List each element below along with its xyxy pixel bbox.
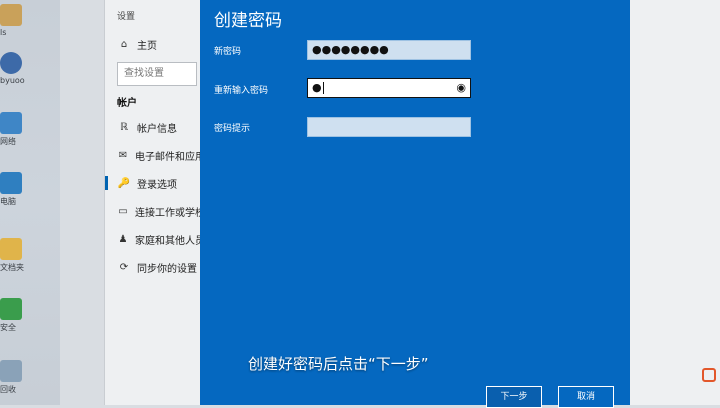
sync-icon: ⟳ <box>119 261 129 273</box>
nav-sync[interactable]: ⟳ 同步你的设置 <box>105 253 205 281</box>
password-hint-label: 密码提示 <box>214 124 251 134</box>
desktop-icon-caption: ls <box>0 28 7 37</box>
new-password-label: 新密码 <box>214 47 242 57</box>
desktop-icon-recycle[interactable]: 回收 <box>0 360 28 395</box>
home-icon: ⌂ <box>120 38 128 50</box>
nav-label: 登录选项 <box>137 179 177 191</box>
nav-label: 同步你的设置 <box>137 263 197 275</box>
password-hint-field[interactable] <box>307 117 471 137</box>
create-password-dialog: 创建密码 新密码 ●●●●●●●● 重新输入密码 ● ◉ 密码提示 <box>200 0 630 405</box>
nav-family[interactable]: ♟ 家庭和其他人员 <box>105 225 205 253</box>
eye-icon[interactable]: ◉ <box>456 79 466 97</box>
nav-label: 帐户信息 <box>137 123 177 135</box>
section-heading: 帐户 <box>117 98 137 109</box>
key-icon: 🔑 <box>117 177 131 189</box>
settings-search-input[interactable]: 查找设置 <box>117 62 197 86</box>
corner-logo-icon <box>702 368 716 382</box>
folder-icon <box>0 238 22 260</box>
mail-icon: ✉ <box>118 149 128 161</box>
nav-home[interactable]: ⌂ 主页 <box>105 30 205 58</box>
desktop-icon-1[interactable]: ls <box>0 4 28 37</box>
account-info-icon: ℝ <box>120 121 128 133</box>
nav-sign-in-options[interactable]: 🔑 登录选项 <box>105 169 205 197</box>
nav-account-info[interactable]: ℝ 帐户信息 <box>105 113 205 141</box>
desktop-icon-pc[interactable]: 电脑 <box>0 172 28 207</box>
desktop-icon-caption: 网络 <box>0 137 16 146</box>
desktop-icon-user[interactable]: byuoo <box>0 52 28 85</box>
nav-work-school[interactable]: ▭ 连接工作或学校 <box>105 197 205 225</box>
reenter-password-value: ● <box>312 81 322 94</box>
reenter-password-label: 重新输入密码 <box>214 86 269 96</box>
desktop-icon-caption: byuoo <box>0 76 25 85</box>
desktop-icon-network[interactable]: 网络 <box>0 112 28 147</box>
desktop-icon-caption: 安全 <box>0 323 16 332</box>
briefcase-icon: ▭ <box>118 205 128 217</box>
new-password-value: ●●●●●●●● <box>312 43 389 56</box>
desktop-icon-caption: 文档夹 <box>0 263 24 272</box>
dialog-title: 创建密码 <box>214 11 282 31</box>
family-icon: ♟ <box>118 233 128 245</box>
desktop-icon-security[interactable]: 安全 <box>0 298 28 333</box>
nav-label: 连接工作或学校 <box>135 207 205 219</box>
pc-icon <box>0 172 22 194</box>
nav-home-label: 主页 <box>137 40 157 52</box>
desktop-file-icon <box>0 4 22 26</box>
video-caption: 创建好密码后点击“下一步” <box>248 355 429 373</box>
text-caret <box>322 82 324 94</box>
new-password-field[interactable]: ●●●●●●●● <box>307 40 471 60</box>
network-icon <box>0 112 22 134</box>
nav-label: 家庭和其他人员 <box>135 235 205 247</box>
desktop-background: ls byuoo 网络 电脑 文档夹 安全 回收 <box>0 0 60 405</box>
desktop-icon-caption: 回收 <box>0 385 16 394</box>
desktop-icon-folder[interactable]: 文档夹 <box>0 238 28 273</box>
recycle-icon <box>0 360 22 382</box>
nav-label: 电子邮件和应用 <box>135 151 205 163</box>
settings-title: 设置 <box>117 12 136 22</box>
nav-email-accounts[interactable]: ✉ 电子邮件和应用 <box>105 141 205 169</box>
user-icon <box>0 52 22 74</box>
desktop-icon-caption: 电脑 <box>0 197 16 206</box>
settings-nav: ⌂ 主页 查找设置 帐户 ℝ 帐户信息 ✉ 电子邮件和应用 🔑 登录选项 ▭ 连… <box>105 30 205 281</box>
security-icon <box>0 298 22 320</box>
reenter-password-field[interactable]: ● ◉ <box>307 78 471 98</box>
